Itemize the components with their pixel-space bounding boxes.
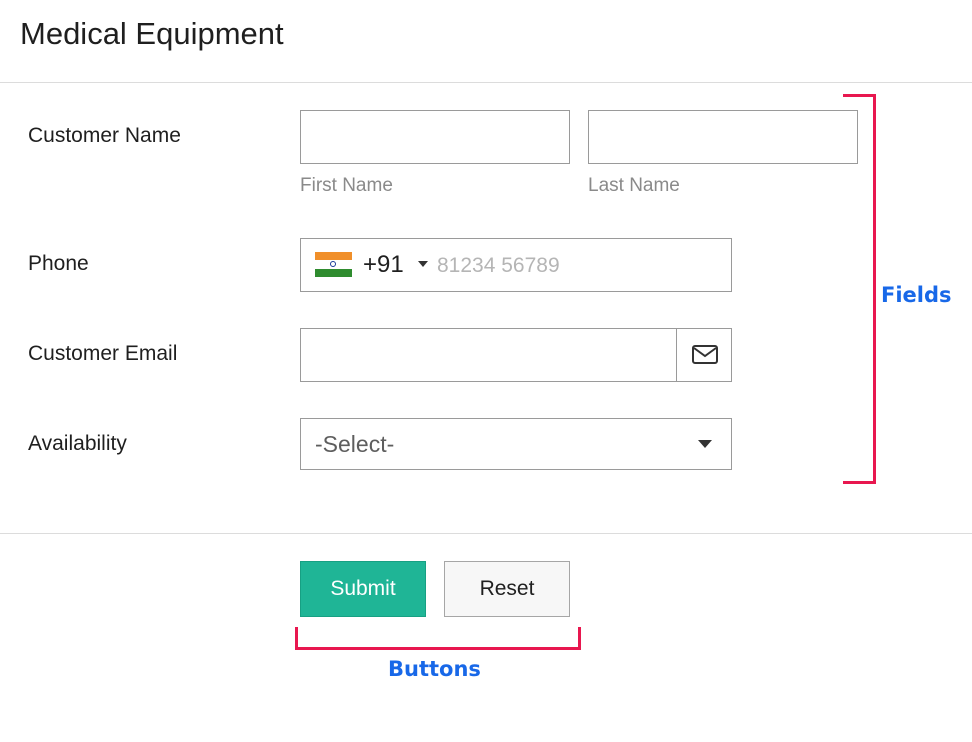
reset-button[interactable]: Reset — [444, 561, 570, 617]
chevron-down-icon — [698, 440, 712, 448]
submit-button[interactable]: Submit — [300, 561, 426, 617]
customer-email-label: Customer Email — [28, 342, 178, 365]
envelope-icon — [692, 345, 718, 364]
form-title: Medical Equipment — [20, 16, 284, 51]
last-name-sublabel: Last Name — [588, 175, 680, 196]
india-flag-icon[interactable] — [315, 252, 352, 277]
fields-annotation: Fields — [881, 283, 952, 307]
country-dropdown-caret-icon[interactable] — [418, 261, 428, 267]
customer-name-label: Customer Name — [28, 124, 181, 147]
availability-select[interactable]: -Select- — [300, 418, 732, 470]
header-divider — [0, 82, 972, 83]
phone-label: Phone — [28, 252, 89, 275]
availability-selected-value: -Select- — [315, 431, 395, 457]
first-name-sublabel: First Name — [300, 175, 393, 196]
buttons-bracket — [295, 627, 581, 650]
phone-input[interactable] — [435, 239, 729, 293]
first-name-input[interactable] — [300, 110, 570, 164]
buttons-annotation: Buttons — [388, 657, 481, 681]
email-input[interactable] — [300, 328, 678, 382]
availability-label: Availability — [28, 432, 127, 455]
phone-field: +91 — [300, 238, 732, 293]
fields-bracket — [843, 94, 876, 484]
email-icon-button — [676, 328, 732, 382]
footer-divider — [0, 533, 972, 534]
last-name-input[interactable] — [588, 110, 858, 164]
country-code[interactable]: +91 — [363, 251, 404, 279]
